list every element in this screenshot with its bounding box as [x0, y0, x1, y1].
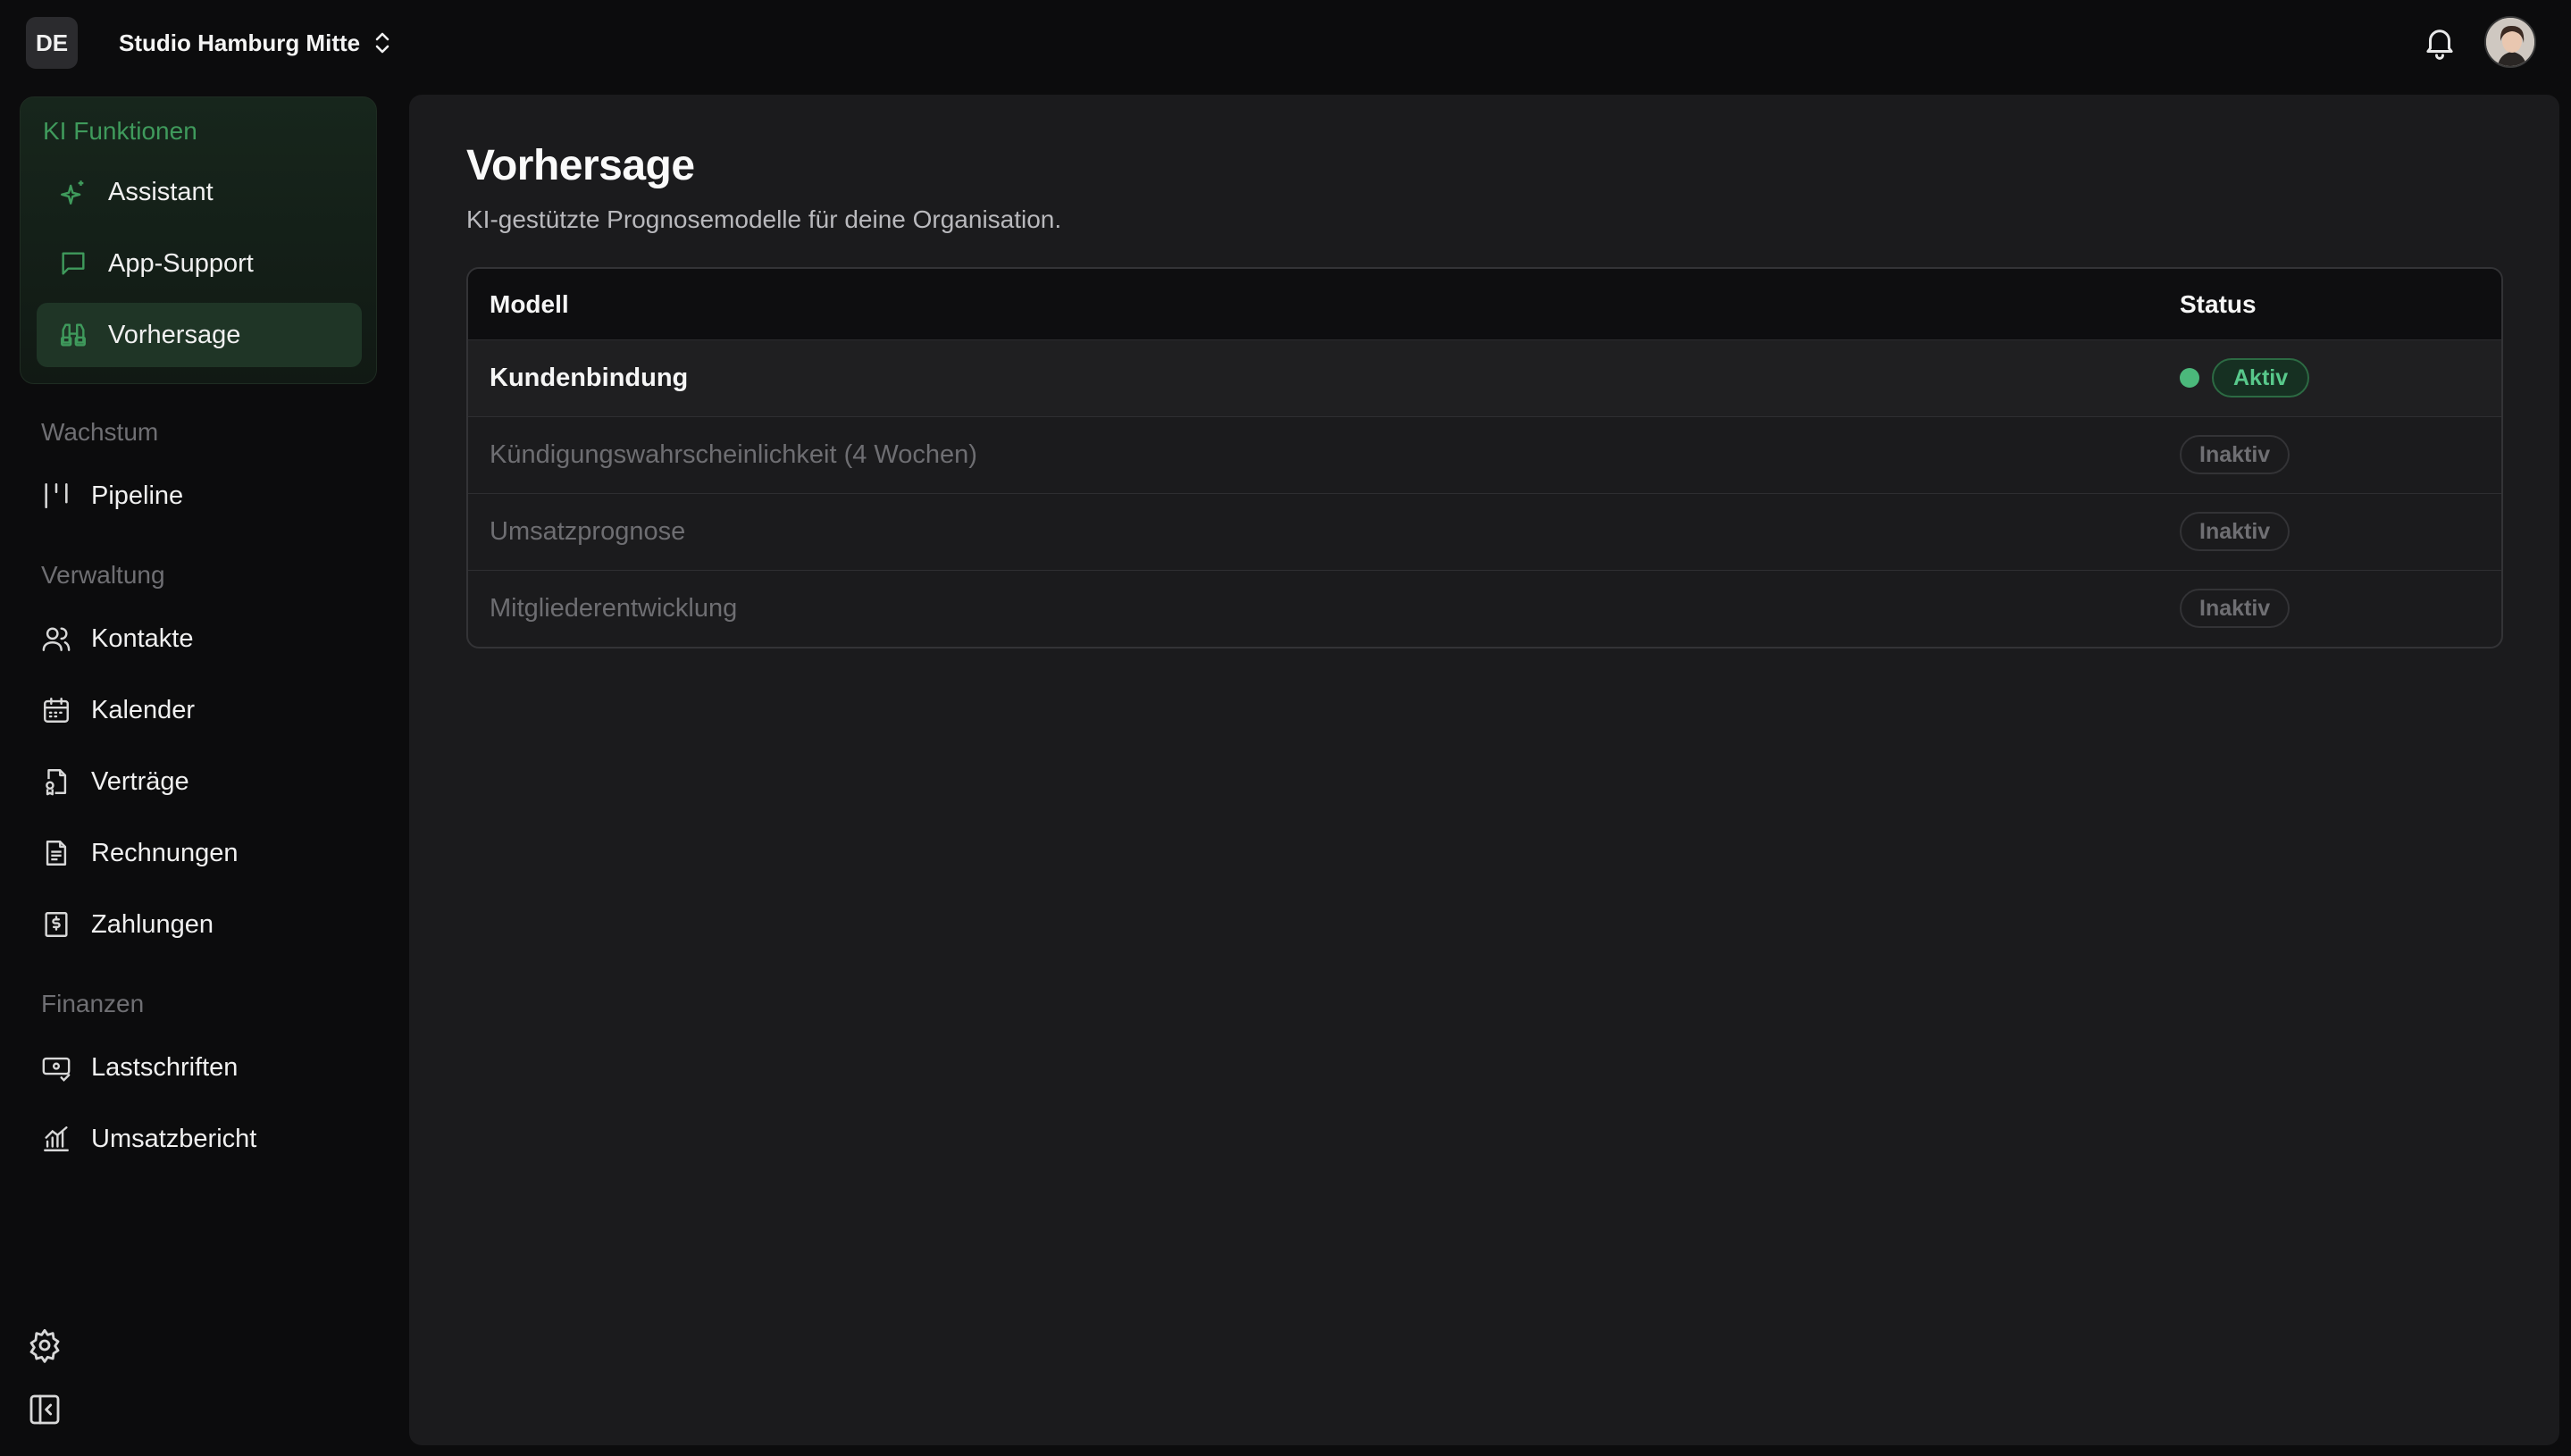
- sidebar-item-label: Lastschriften: [91, 1052, 239, 1082]
- sidebar-item-zahlungen[interactable]: Zahlungen: [41, 892, 381, 957]
- payment-icon: [45, 912, 68, 937]
- org-name: Studio Hamburg Mitte: [119, 29, 361, 56]
- sidebar-item-label: Rechnungen: [91, 838, 239, 867]
- sidebar-item-vertraege[interactable]: Verträge: [41, 749, 381, 814]
- sidebar-item-label: Assistant: [108, 177, 214, 206]
- column-header-status: Status: [2180, 290, 2257, 318]
- sidebar-item-label: App-Support: [108, 248, 254, 278]
- chat-icon: [62, 252, 85, 275]
- main-panel: Vorhersage KI-gestützte Prognosemodelle …: [409, 95, 2559, 1445]
- sidebar-item-vorhersage[interactable]: Vorhersage: [37, 303, 362, 367]
- status-dot-icon: [2180, 368, 2199, 388]
- sidebar-item-lastschriften[interactable]: Lastschriften: [41, 1035, 381, 1100]
- sidebar-item-label: Pipeline: [91, 481, 184, 510]
- sidebar-item-assistant[interactable]: Assistant: [37, 160, 362, 224]
- sidebar-item-pipeline[interactable]: Pipeline: [41, 464, 381, 528]
- top-bar: DE Studio Hamburg Mitte: [0, 0, 2571, 95]
- model-name: Kundenbindung: [490, 364, 689, 392]
- model-name: Mitgliederentwicklung: [490, 594, 738, 623]
- sidebar-collapse-icon[interactable]: [27, 1392, 63, 1427]
- status-badge: Inaktiv: [2180, 589, 2290, 628]
- direct-debit-icon: [42, 1057, 71, 1082]
- model-name: Umsatzprognose: [490, 517, 686, 546]
- column-header-modell: Modell: [490, 290, 569, 318]
- contract-icon: [46, 769, 67, 796]
- status-cell: Inaktiv: [2180, 512, 2290, 551]
- sidebar-item-label: Vorhersage: [108, 320, 241, 349]
- sidebar-item-label: Umsatzbericht: [91, 1124, 257, 1153]
- calendar-icon: [44, 698, 69, 723]
- models-table: Modell Status Kundenbindung Aktiv Kündig…: [466, 267, 2503, 649]
- table-row[interactable]: Umsatzprognose Inaktiv: [468, 494, 2501, 571]
- users-icon: [42, 627, 71, 651]
- pipeline-icon: [45, 482, 68, 509]
- page-subtitle: KI-gestützte Prognosemodelle für deine O…: [466, 205, 1062, 233]
- bell-icon[interactable]: [2421, 23, 2458, 61]
- page-title: Vorhersage: [466, 142, 695, 189]
- section-title-finanzen: Finanzen: [41, 990, 145, 1017]
- chart-icon: [44, 1126, 69, 1151]
- chevron-up-down-icon: [375, 32, 389, 54]
- model-name: Kündigungswahrscheinlichkeit (4 Wochen): [490, 440, 977, 469]
- ai-functions-group: KI Funktionen Assistant App-Support Vorh…: [20, 96, 377, 384]
- section-title-wachstum: Wachstum: [41, 418, 159, 446]
- sidebar-item-umsatzbericht[interactable]: Umsatzbericht: [41, 1107, 381, 1171]
- sidebar-item-label: Kalender: [91, 695, 196, 724]
- sidebar-item-label: Zahlungen: [91, 909, 214, 939]
- sidebar-item-kontakte[interactable]: Kontakte: [41, 607, 381, 671]
- status-badge: Inaktiv: [2180, 435, 2290, 474]
- status-badge: Aktiv: [2212, 358, 2310, 397]
- gear-icon[interactable]: [27, 1327, 63, 1363]
- section-title-verwaltung: Verwaltung: [41, 561, 165, 589]
- sidebar-item-label: Kontakte: [91, 623, 194, 653]
- sidebar-item-kalender[interactable]: Kalender: [41, 678, 381, 742]
- status-cell: Inaktiv: [2180, 435, 2290, 474]
- sidebar-item-app-support[interactable]: App-Support: [37, 231, 362, 296]
- table-row[interactable]: Kundenbindung Aktiv: [468, 340, 2501, 417]
- sidebar-item-label: Verträge: [91, 766, 189, 796]
- avatar-image: [2486, 18, 2534, 66]
- sparkles-icon: [61, 180, 84, 205]
- status-cell: Inaktiv: [2180, 589, 2290, 628]
- binoculars-icon: [61, 323, 86, 347]
- invoice-icon: [46, 841, 67, 866]
- section-title-ki: KI Funktionen: [43, 117, 197, 145]
- table-row[interactable]: Kündigungswahrscheinlichkeit (4 Wochen) …: [468, 417, 2501, 494]
- avatar[interactable]: [2484, 16, 2536, 68]
- status-badge: Inaktiv: [2180, 512, 2290, 551]
- sidebar-item-rechnungen[interactable]: Rechnungen: [41, 821, 381, 885]
- org-badge[interactable]: DE: [26, 17, 78, 69]
- sidebar: KI Funktionen Assistant App-Support Vorh…: [0, 95, 402, 1456]
- org-switcher[interactable]: Studio Hamburg Mitte: [119, 21, 394, 64]
- status-cell: Aktiv: [2180, 358, 2310, 397]
- table-header: Modell Status: [468, 269, 2501, 340]
- table-row[interactable]: Mitgliederentwicklung Inaktiv: [468, 571, 2501, 647]
